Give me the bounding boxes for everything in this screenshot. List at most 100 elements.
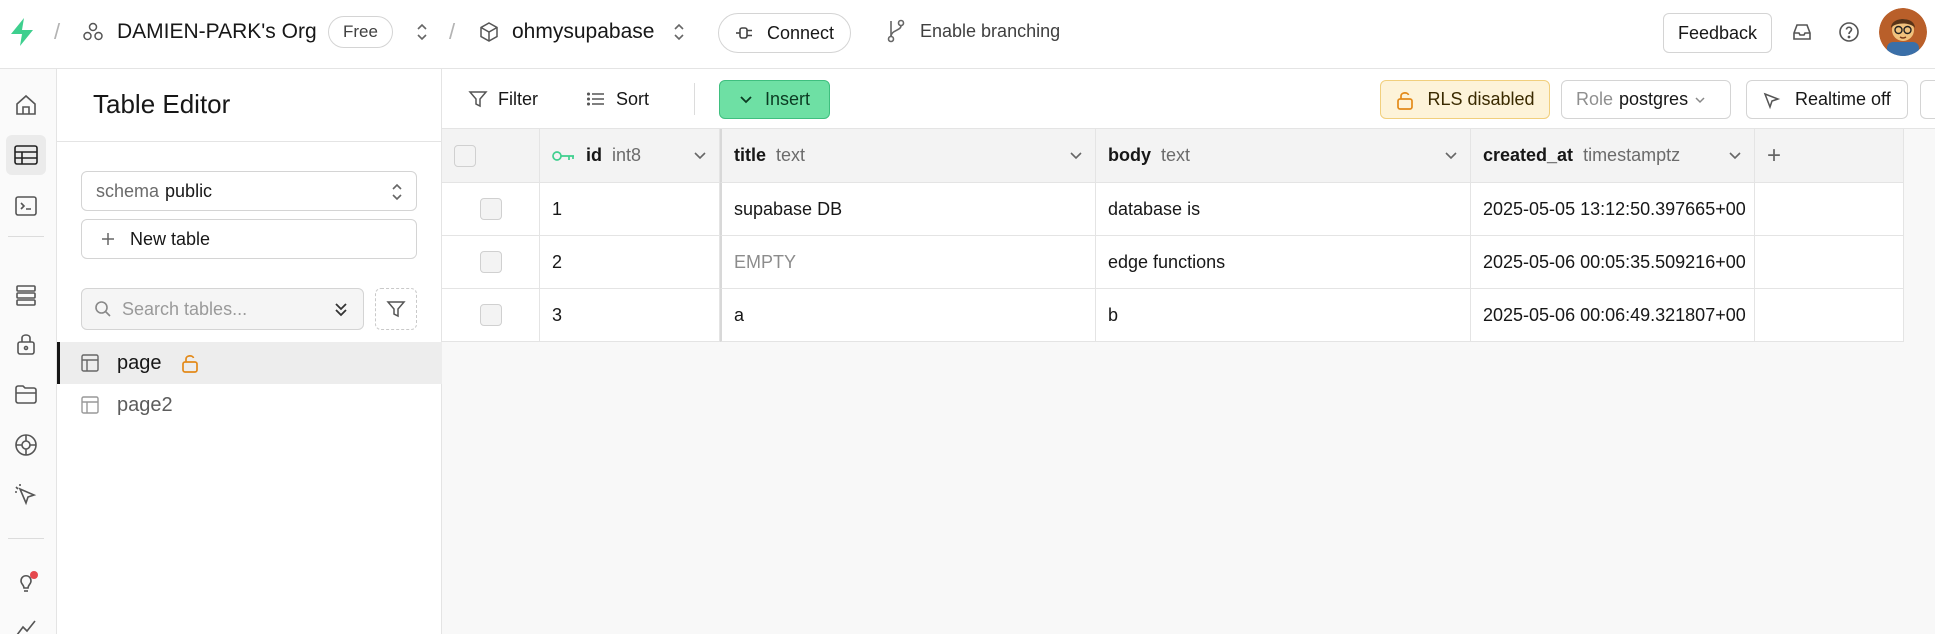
chevron-down-icon[interactable] — [693, 151, 707, 161]
column-name: body — [1108, 145, 1151, 165]
search-tables-input[interactable] — [122, 298, 322, 320]
row-checkbox[interactable] — [479, 251, 502, 273]
column-header-title[interactable]: title text — [720, 129, 1096, 183]
table-row[interactable]: 2 EMPTY edge functions 2025-05-06 00:05:… — [442, 236, 1904, 289]
toolbar-overflow-button[interactable] — [1920, 80, 1935, 119]
supabase-logo-icon[interactable] — [8, 17, 38, 47]
database-icon[interactable] — [6, 275, 46, 315]
column-header-created-at[interactable]: created_at timestamptz — [1471, 129, 1755, 183]
filter-icon — [468, 91, 488, 108]
unlocked-icon — [1397, 91, 1414, 110]
chevron-down-icon[interactable] — [1069, 151, 1083, 161]
org-icon — [82, 21, 104, 43]
cell-spacer — [1755, 289, 1904, 342]
column-header-id[interactable]: id int8 — [540, 129, 720, 183]
chevrons-down-icon[interactable] — [332, 300, 350, 318]
column-name: title — [734, 145, 767, 165]
chevron-down-icon[interactable] — [1444, 151, 1458, 161]
cell-id[interactable]: 1 — [540, 183, 720, 236]
sidebar-title: Table Editor — [93, 89, 231, 119]
rail-divider — [8, 236, 44, 237]
row-select-cell — [442, 236, 540, 289]
help-icon[interactable] — [1838, 21, 1860, 43]
realtime-label: Realtime off — [1795, 89, 1891, 109]
sort-button[interactable]: Sort — [586, 79, 649, 119]
feedback-button[interactable]: Feedback — [1663, 13, 1773, 53]
table-filter-button[interactable] — [375, 288, 417, 330]
chevron-down-icon[interactable] — [1728, 151, 1742, 161]
connect-label: Connect — [767, 22, 835, 43]
rls-disabled-button[interactable]: RLS disabled — [1380, 80, 1550, 119]
chevron-up-down-icon — [392, 183, 402, 201]
new-table-button[interactable]: New table — [81, 219, 417, 259]
org-switcher-chevron-icon[interactable] — [413, 21, 431, 43]
role-value: postgres — [1619, 89, 1689, 109]
search-icon — [95, 301, 111, 317]
org-name[interactable]: DAMIEN-PARK's Org — [117, 20, 317, 44]
search-tables-field[interactable] — [81, 288, 364, 330]
reports-chart-icon[interactable] — [6, 607, 46, 634]
realtime-toggle-button[interactable]: Realtime off — [1746, 80, 1908, 119]
column-name: created_at — [1483, 145, 1574, 165]
plus-icon — [102, 233, 114, 245]
column-type: timestamptz — [1583, 145, 1681, 165]
row-checkbox[interactable] — [479, 198, 502, 220]
insert-button[interactable]: Insert — [719, 80, 830, 119]
sql-editor-icon[interactable] — [6, 186, 46, 226]
cell-body[interactable]: b — [1096, 289, 1471, 342]
chevron-down-icon — [740, 95, 752, 103]
table-row[interactable]: 3 a b 2025-05-06 00:06:49.321807+00 — [442, 289, 1904, 342]
project-name[interactable]: ohmysupabase — [512, 20, 654, 44]
filter-label: Filter — [498, 88, 538, 109]
schema-select[interactable]: schema public — [81, 171, 417, 211]
table-editor-icon[interactable] — [6, 135, 46, 175]
table-row[interactable]: 1 supabase DB database is 2025-05-05 13:… — [442, 183, 1904, 236]
sidebar-table-item-page2[interactable]: page2 — [57, 384, 442, 426]
home-icon[interactable] — [6, 85, 46, 125]
column-header-body[interactable]: body text — [1096, 129, 1471, 183]
connect-button[interactable]: Connect — [718, 13, 852, 53]
cell-title[interactable]: a — [720, 289, 1096, 342]
cell-spacer — [1755, 183, 1904, 236]
sidebar-table-item-page[interactable]: page — [57, 342, 442, 384]
cell-body[interactable]: edge functions — [1096, 236, 1471, 289]
sort-label: Sort — [616, 88, 650, 109]
row-checkbox[interactable] — [479, 304, 502, 326]
grid-toolbar: Filter Sort Insert RLS disabled Role pos… — [442, 69, 1935, 129]
advisors-lightbulb-icon[interactable] — [6, 562, 46, 602]
column-type: int8 — [612, 145, 642, 165]
project-box-icon — [478, 21, 500, 43]
plug-icon — [736, 27, 752, 39]
enable-branching-button[interactable]: Enable branching — [886, 19, 1060, 43]
chevron-down-icon — [1695, 96, 1705, 103]
cell-title[interactable]: EMPTY — [720, 236, 1096, 289]
unlocked-rls-icon[interactable] — [180, 353, 200, 373]
cell-id[interactable]: 2 — [540, 236, 720, 289]
auth-icon[interactable] — [6, 324, 46, 364]
cell-title[interactable]: supabase DB — [720, 183, 1096, 236]
storage-icon[interactable] — [6, 374, 46, 414]
column-type: text — [776, 145, 806, 165]
new-table-label: New table — [130, 228, 211, 249]
select-all-checkbox[interactable] — [454, 144, 476, 167]
rls-label: RLS disabled — [1427, 89, 1535, 109]
edge-functions-icon[interactable] — [6, 425, 46, 465]
filter-button[interactable]: Filter — [468, 79, 538, 119]
breadcrumb-separator: / — [54, 19, 61, 44]
grid-header-row: id int8 title text body text created_at tim… — [442, 129, 1904, 183]
cell-created-at[interactable]: 2025-05-05 13:12:50.397665+00 — [1471, 183, 1755, 236]
cell-created-at[interactable]: 2025-05-06 00:05:35.509216+00 — [1471, 236, 1755, 289]
user-avatar[interactable] — [1879, 8, 1927, 56]
breadcrumb-separator: / — [449, 19, 456, 44]
project-switcher-chevron-icon[interactable] — [670, 21, 688, 43]
cell-id[interactable]: 3 — [540, 289, 720, 342]
nav-rail — [0, 69, 57, 634]
realtime-cursor-icon[interactable] — [6, 475, 46, 515]
add-column-button[interactable]: + — [1755, 129, 1904, 183]
inbox-icon[interactable] — [1791, 21, 1813, 43]
role-select[interactable]: Role postgres — [1561, 80, 1731, 119]
table-icon — [81, 396, 99, 414]
cell-spacer — [1755, 236, 1904, 289]
cell-body[interactable]: database is — [1096, 183, 1471, 236]
cell-created-at[interactable]: 2025-05-06 00:06:49.321807+00 — [1471, 289, 1755, 342]
